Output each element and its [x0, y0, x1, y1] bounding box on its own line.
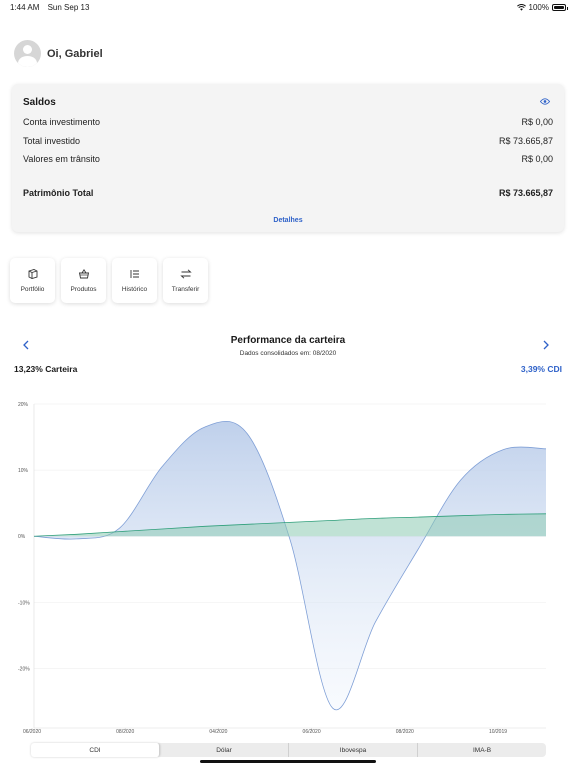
details-link[interactable]: Detalhes [12, 217, 564, 224]
y-tick-label: -10% [18, 600, 30, 606]
balance-row-value: R$ 0,00 [521, 154, 553, 164]
balance-row-value: R$ 0,00 [521, 117, 553, 127]
balance-row-label: Total investido [23, 136, 81, 146]
y-tick-label: -20% [18, 666, 30, 672]
performance-chart: 20% 10% 0% -10% -20% 06/2020 08/2020 04/2020 06/… [18, 402, 547, 735]
list-icon [130, 270, 139, 278]
action-label: Histórico [121, 286, 148, 293]
performance-subtitle: Dados consolidados em: 08/2020 [239, 350, 337, 357]
action-transferir[interactable]: Transferir [163, 258, 208, 303]
balance-row-label: Valores em trânsito [23, 154, 100, 164]
balance-card: Saldos Conta investimento R$ 0,00 Total … [12, 84, 564, 232]
action-historico[interactable]: Histórico [112, 258, 157, 303]
action-produtos[interactable]: Produtos [61, 258, 106, 303]
y-tick-label: 10% [18, 468, 29, 474]
balance-row-conta: Conta investimento R$ 0,00 [23, 117, 553, 127]
cdi-area [34, 513, 546, 537]
balance-row-total-investido: Total investido R$ 73.665,87 [23, 136, 553, 146]
status-time: 1:44 AM [10, 3, 40, 12]
x-tick-label: 04/2020 [209, 729, 227, 735]
x-tick-label: 10/2019 [489, 729, 507, 735]
action-label: Produtos [70, 286, 97, 293]
action-label: Portfólio [20, 286, 45, 293]
patrimonio-label: Patrimônio Total [23, 188, 94, 198]
carteira-line [33, 420, 547, 711]
avatar[interactable] [14, 40, 41, 67]
x-tick-label: 08/2020 [116, 729, 134, 735]
carteira-return: 13,23% Carteira [14, 364, 78, 374]
x-tick-label: 06/2020 [303, 729, 321, 735]
benchmark-tabs: CDI Dólar Ibovespa IMA-B [31, 743, 546, 757]
performance-title: Performance da carteira [230, 335, 346, 346]
action-portfolio[interactable]: Portfólio [10, 258, 55, 303]
cdi-return: 3,39% CDI [520, 364, 562, 374]
greeting-text: Oi, Gabriel [47, 47, 103, 60]
transfer-icon [179, 269, 192, 279]
battery-percent: 100% [528, 3, 549, 12]
carteira-area [34, 421, 546, 710]
portfolio-icon [28, 269, 37, 279]
balance-row-value: R$ 73.665,87 [498, 136, 553, 146]
wifi-icon [516, 4, 526, 11]
y-tick-label: 0% [18, 534, 26, 540]
status-date: Sun Sep 13 [47, 3, 90, 12]
balance-row-label: Conta investimento [23, 117, 101, 127]
x-tick-label: 08/2020 [396, 729, 414, 735]
basket-icon [78, 268, 89, 279]
status-bar: 1:44 AM Sun Sep 13 100% [0, 0, 576, 14]
battery-icon [552, 4, 568, 11]
balance-row-transito: Valores em trânsito R$ 0,00 [23, 154, 553, 164]
quick-actions: Portfólio Produtos Histórico Transferir [10, 258, 208, 303]
eye-icon[interactable] [540, 98, 550, 105]
y-tick-label: 20% [18, 402, 29, 408]
balance-title: Saldos [23, 97, 56, 108]
tab-ima-b[interactable]: IMA-B [418, 743, 546, 757]
patrimonio-value: R$ 73.665,87 [498, 188, 553, 198]
greeting-header: Oi, Gabriel [14, 40, 103, 67]
tab-ibovespa[interactable]: Ibovespa [289, 743, 418, 757]
action-label: Transferir [171, 286, 200, 293]
balance-row-patrimonio: Patrimônio Total R$ 73.665,87 [23, 188, 553, 198]
home-indicator[interactable] [200, 760, 376, 763]
tab-dolar[interactable]: Dólar [160, 743, 289, 757]
chevron-right-icon[interactable] [542, 340, 550, 350]
tab-cdi[interactable]: CDI [31, 743, 160, 757]
x-tick-label: 06/2020 [23, 729, 41, 735]
